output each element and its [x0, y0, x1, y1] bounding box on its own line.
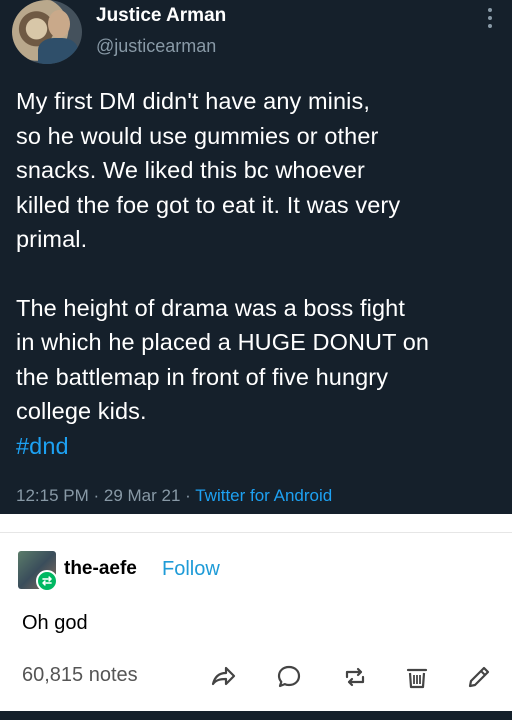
- more-vertical-icon[interactable]: [488, 8, 494, 28]
- tweet-source-link[interactable]: Twitter for Android: [195, 486, 332, 505]
- tweet-timestamp: 12:15 PM · 29 Mar 21 ·: [16, 486, 196, 505]
- reply-icon[interactable]: [272, 660, 306, 694]
- tweet-paragraph-2: The height of drama was a boss fight in …: [16, 294, 430, 425]
- author-handle[interactable]: @justicearman: [96, 36, 216, 57]
- divider: [0, 532, 512, 533]
- tweet-card: Justice Arman @justicearman My first DM …: [0, 0, 512, 514]
- hashtag-link[interactable]: #dnd: [16, 429, 500, 464]
- avatar[interactable]: [12, 0, 82, 64]
- post-actions: [0, 660, 512, 696]
- reblog-username[interactable]: the-aefe: [64, 558, 137, 580]
- avatar-shirt: [38, 38, 78, 64]
- tweet-meta: 12:15 PM · 29 Mar 21 · Twitter for Andro…: [16, 486, 332, 506]
- delete-icon[interactable]: [400, 660, 434, 694]
- author-name[interactable]: Justice Arman: [96, 5, 226, 27]
- tweet-body: My first DM didn't have any minis, so he…: [16, 84, 500, 463]
- reblog-comment: Oh god: [22, 612, 88, 634]
- share-icon[interactable]: [206, 660, 240, 694]
- edit-icon[interactable]: [462, 660, 496, 694]
- bottom-bar: [0, 711, 512, 720]
- avatar-face: [48, 10, 70, 38]
- reblog-badge-icon: ⇄: [36, 570, 58, 592]
- tweet-paragraph-1: My first DM didn't have any minis, so he…: [16, 88, 401, 252]
- follow-button[interactable]: Follow: [162, 558, 220, 581]
- reblog-icon[interactable]: [338, 660, 372, 694]
